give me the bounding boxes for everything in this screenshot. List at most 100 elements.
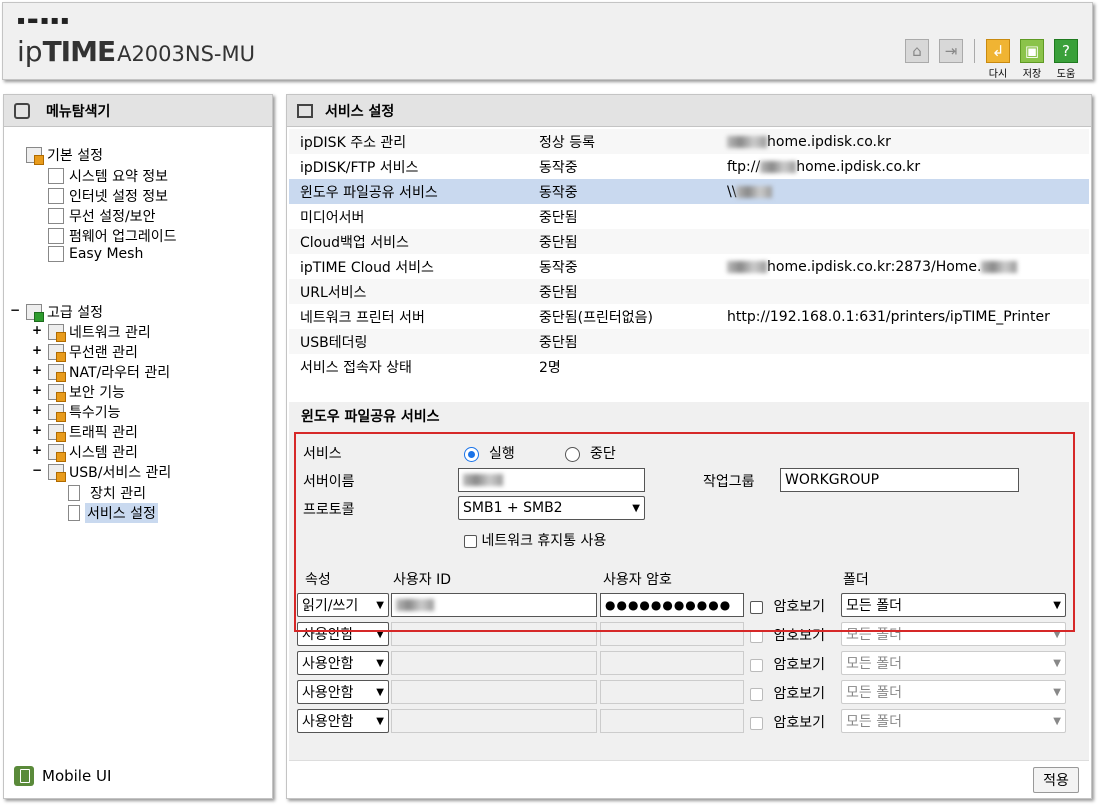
main-title-bar: 서비스 설정 [287,95,1091,127]
folder-select[interactable]: 모든 폴더 ▼ [841,680,1066,704]
expand-icon[interactable]: + [32,363,42,377]
workgroup-input[interactable]: WORKGROUP [780,468,1019,492]
user-id-input[interactable] [391,651,597,675]
radio-icon [565,446,580,462]
chevron-down-icon: ▼ [1053,715,1061,727]
home-button[interactable]: ⌂ [903,39,931,63]
tree-item-system-summary[interactable]: 시스템 요약 정보 [48,166,168,186]
collapse-icon[interactable]: − [10,303,20,317]
home-icon: ⌂ [905,39,929,63]
service-info-prefix: ftp:// [727,158,761,175]
save-button[interactable]: ▣ 저장 [1018,39,1046,80]
mobile-ui-link[interactable]: Mobile UI [14,766,111,786]
expand-icon[interactable]: + [32,423,42,437]
expand-icon[interactable]: + [32,443,42,457]
protocol-select[interactable]: SMB1 + SMB2 ▼ [458,496,645,520]
folder-value: 모든 폴더 [846,656,902,672]
stop-radio[interactable]: 중단 [565,443,616,463]
tree-advanced-settings[interactable]: 고급 설정 [26,302,103,322]
attr-value: 사용안함 [302,627,354,643]
show-pw-checkbox[interactable]: 암호보기 [750,596,825,616]
user-id-input[interactable] [391,593,597,617]
expand-icon[interactable]: + [32,343,42,357]
tree-item-traffic[interactable]: 트래픽 관리 [48,422,138,442]
run-radio[interactable]: 실행 [464,443,515,463]
chevron-down-icon: ▼ [376,657,384,669]
user-id-input[interactable] [391,680,597,704]
show-pw-checkbox[interactable]: 암호보기 [750,712,825,732]
expand-icon[interactable]: + [32,403,42,417]
show-pw-checkbox[interactable]: 암호보기 [750,683,825,703]
folder-select[interactable]: 모든 폴더 ▼ [841,709,1066,733]
protocol-label: 프로토콜 [303,502,355,518]
attr-select[interactable]: 사용안함 ▼ [297,622,389,646]
service-status: 중단됨(프린터없음) [539,309,653,326]
undo-button[interactable]: ↲ 다시 [984,39,1012,80]
logo-time: TIME [42,35,117,68]
wifi-icon [48,208,64,224]
tree-basic-settings[interactable]: 기본 설정 [26,145,103,165]
service-name: ipTIME Cloud 서비스 [300,259,434,276]
tree-item-device[interactable]: 장치 관리 [68,483,146,503]
model-name: A2003NS-MU [117,42,255,66]
service-info-text: home.ipdisk.co.kr [767,133,891,150]
service-status: 2명 [539,359,561,376]
folder-select[interactable]: 모든 폴더 ▼ [841,622,1066,646]
server-name-input[interactable] [458,468,645,492]
collapse-icon[interactable]: − [32,463,42,477]
user-pw-input[interactable] [600,622,744,646]
checkbox-icon [750,658,763,672]
tree-item-security[interactable]: 보안 기능 [48,382,125,402]
redacted-text [396,599,434,611]
attr-select[interactable]: 사용안함 ▼ [297,680,389,704]
show-pw-label: 암호보기 [773,628,825,644]
chevron-down-icon: ▼ [376,628,384,640]
user-pw-input[interactable] [600,709,744,733]
tree-item-nat[interactable]: NAT/라우터 관리 [48,362,170,382]
user-pw-input[interactable]: ●●●●●●●●●●● [600,593,744,617]
service-status: 동작중 [539,159,578,176]
logo: ipTIMEA2003NS-MU [17,35,255,68]
search-icon [14,102,30,119]
user-id-input[interactable] [391,709,597,733]
help-button[interactable]: ? 도움 [1052,39,1080,80]
col-attr-header: 속성 [305,572,331,588]
user-id-input[interactable] [391,622,597,646]
attr-select[interactable]: 사용안함 ▼ [297,709,389,733]
show-pw-checkbox[interactable]: 암호보기 [750,654,825,674]
tree-item-usb-service[interactable]: USB/서비스 관리 [48,462,171,482]
user-pw-input[interactable] [600,680,744,704]
redacted-text [981,260,1018,273]
chevron-down-icon: ▼ [1053,599,1061,611]
tree-item-firmware-upgrade[interactable]: 펌웨어 업그레이드 [48,226,177,246]
tree-item-label: 무선 설정/보안 [69,209,156,225]
folder-select[interactable]: 모든 폴더 ▼ [841,651,1066,675]
col-pw-header: 사용자 암호 [603,572,672,588]
user-pw-input[interactable] [600,651,744,675]
tree-item-special[interactable]: 특수기능 [48,402,121,422]
tree-item-easy-mesh[interactable]: Easy Mesh [48,246,143,262]
service-status: 중단됨 [539,284,578,301]
expand-icon[interactable]: + [32,383,42,397]
service-name: 윈도우 파일공유 서비스 [300,184,438,201]
expand-icon[interactable]: + [32,323,42,337]
attr-select[interactable]: 사용안함 ▼ [297,651,389,675]
chevron-down-icon: ▼ [376,686,384,698]
tree-item-wireless-security[interactable]: 무선 설정/보안 [48,206,155,226]
service-status: 동작중 [539,184,578,201]
lock-icon [48,384,66,402]
tree-item-network[interactable]: 네트워크 관리 [48,322,151,342]
tree-item-wlan[interactable]: 무선랜 관리 [48,342,138,362]
attr-select[interactable]: 읽기/쓰기 ▼ [297,593,389,617]
tree-item-system[interactable]: 시스템 관리 [48,442,138,462]
tree-item-internet-info[interactable]: 인터넷 설정 정보 [48,186,168,206]
service-row: 윈도우 파일공유 서비스 동작중 \\ [289,179,1089,204]
recycle-bin-checkbox[interactable]: 네트워크 휴지통 사용 [464,530,606,550]
tree-item-service-settings[interactable]: 서비스 설정 [68,503,158,523]
logout-button[interactable]: ⇥ [937,39,965,63]
tree-item-label: 시스템 요약 정보 [69,169,169,185]
folder-select[interactable]: 모든 폴더 ▼ [841,593,1066,617]
wifi-icon [48,344,66,362]
apply-button[interactable]: 적용 [1033,767,1079,793]
show-pw-checkbox[interactable]: 암호보기 [750,625,825,645]
